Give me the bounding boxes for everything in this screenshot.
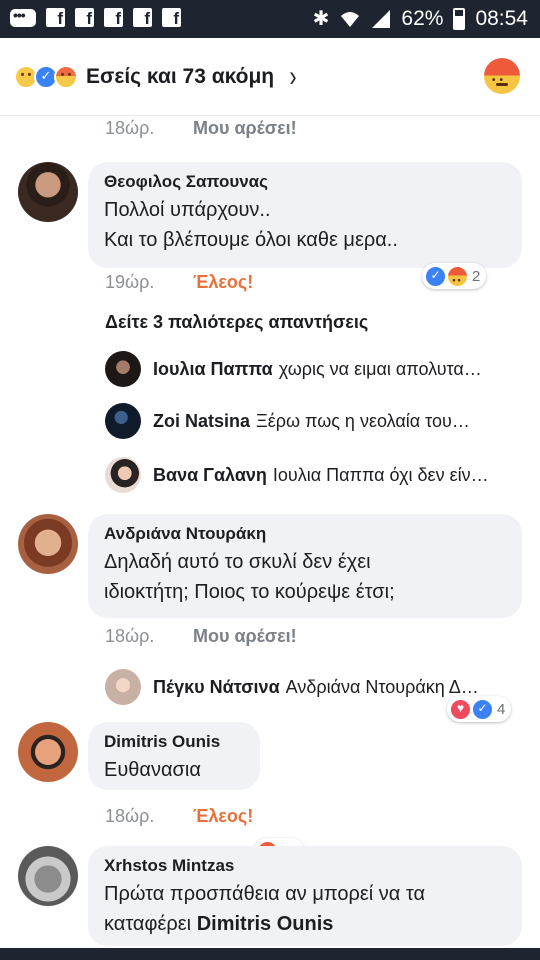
comment-text: Πρώτα προσπάθεια αν μπορεί να τα καταφέρ… [104,879,506,939]
avatar[interactable] [105,403,141,439]
comment-text: Ευθανασια [104,755,244,785]
angry-icon: •• [447,265,468,287]
facebook-notification-icon: f [133,7,152,27]
comment-author[interactable]: Xrhstos Mintzas [104,856,506,876]
battery-icon [453,7,466,30]
reaction-badge[interactable]: ✓ •• 2 [422,263,487,289]
reply-item[interactable]: Zoi Natsina Ξέρω πως η νεολαία του… [105,402,515,440]
reply-author[interactable]: Zoi Natsina [153,411,250,432]
comment-time: 19ώρ. [105,272,155,292]
comment-line: Πολλοί υπάρχουν.. [104,199,271,221]
reply-preview: χωρις να ειμαι απολυτα… [278,358,482,379]
reply-author[interactable]: Βανα Γαλανη [153,465,267,486]
reply-preview: Ανδριάνα Ντουράκη Δ… [285,676,479,697]
angry-reaction-button[interactable]: •• [484,58,520,94]
comment-text: Πολλοί υπάρχουν.. Και το βλέπουμε όλοι κ… [104,195,506,255]
reaction-action-link[interactable]: Έλεος! [193,806,253,827]
comment-line: Και το βλέπουμε όλοι καθε μερα.. [104,229,398,251]
comment-bubble: Θεοφιλος Σαπουνας Πολλοί υπάρχουν.. Και … [88,162,522,268]
reply-preview: Ιουλια Παππα όχι δεν είν… [272,464,489,485]
angry-icon: • • [54,64,78,89]
reply-author[interactable]: Πέγκυ Νάτσινα [153,677,280,698]
comment-meta: 18ώρ. Μου αρέσει! [105,626,297,647]
avatar[interactable] [105,669,141,705]
comment-line: ιδιοκτήτη; Ποιος το κούρεψε έτσι; [104,581,395,603]
reaction-summary[interactable]: • • ✓ • • [14,64,78,89]
comment-line: Δηλαδή αυτό το σκυλί δεν έχει [104,551,371,573]
mention-link[interactable]: Dimitris Ounis [197,913,334,935]
like-icon: ✓ [425,265,446,287]
avatar[interactable] [18,514,78,574]
chevron-right-icon[interactable]: › [290,60,297,94]
comment-author[interactable]: Ανδριάνα Ντουράκη [104,524,506,544]
comment-author[interactable]: Θεοφιλος Σαπουνας [104,172,506,192]
clock: 08:54 [475,6,528,30]
reaction-action-link[interactable]: Έλεος! [193,272,253,293]
chat-notification-icon [10,7,36,27]
wifi-icon [341,11,360,27]
comment-meta: 18ώρ. Έλεος! [105,806,253,827]
like-action-link[interactable]: Μου αρέσει! [193,118,297,139]
battery-percent: 62% [401,6,444,30]
reply-item[interactable]: Πέγκυ Νάτσινα Ανδριάνα Ντουράκη Δ… [105,668,515,706]
facebook-notification-icon: f [46,7,65,27]
comment-bubble: Ανδριάνα Ντουράκη Δηλαδή αυτό το σκυλί δ… [88,514,522,618]
comment-meta: 19ώρ. Έλεος! [105,272,253,293]
reaction-count: 2 [472,267,481,285]
avatar[interactable] [18,162,78,222]
status-bar: f f f f f ✱ 62% 08:54 [0,0,540,38]
facebook-notification-icon: f [104,7,123,27]
comment-bubble: Xrhstos Mintzas Πρώτα προσπάθεια αν μπορ… [88,846,522,946]
reactions-title[interactable]: Εσείς και 73 ακόμη [86,65,274,89]
like-action-link[interactable]: Μου αρέσει! [193,626,297,647]
facebook-notification-icon: f [162,7,181,27]
reply-preview: Ξέρω πως η νεολαία του… [256,410,470,431]
comment-bubble: Dimitris Ounis Ευθανασια [88,722,260,790]
comment-time: 18ώρ. [105,118,155,138]
signal-icon [372,9,391,28]
comment-line: Ευθανασια [104,759,201,781]
comment-line: καταφέρει Dimitris Ounis [104,909,506,939]
navigation-bar [0,948,540,960]
comment-time: 18ώρ. [105,626,155,646]
avatar[interactable] [18,846,78,906]
facebook-notification-icon: f [75,7,94,27]
reply-item[interactable]: Βανα Γαλανη Ιουλια Παππα όχι δεν είν… [105,456,515,494]
avatar[interactable] [105,457,141,493]
reactions-header[interactable]: • • ✓ • • Εσείς και 73 ακόμη › •• [0,38,540,116]
comment-time: 18ώρ. [105,806,155,826]
comment-line: Πρώτα προσπάθεια αν μπορεί να τα [104,883,426,905]
comment-text: Δηλαδή αυτό το σκυλί δεν έχει ιδιοκτήτη;… [104,547,506,607]
bluetooth-icon: ✱ [312,8,330,30]
avatar[interactable] [18,722,78,782]
comment-author[interactable]: Dimitris Ounis [104,732,244,752]
comments-screen: • • ✓ • • Εσείς και 73 ακόμη › •• 18ώρ. … [0,38,540,960]
comment-meta: 18ώρ. Μου αρέσει! [105,118,297,139]
view-older-replies-link[interactable]: Δείτε 3 παλιότερες απαντήσεις [105,312,368,333]
reply-item[interactable]: Ιουλια Παππα χωρις να ειμαι απολυτα… [105,350,515,388]
reply-author[interactable]: Ιουλια Παππα [153,359,273,380]
avatar[interactable] [105,351,141,387]
comment-text-fragment: καταφέρει [104,913,197,935]
